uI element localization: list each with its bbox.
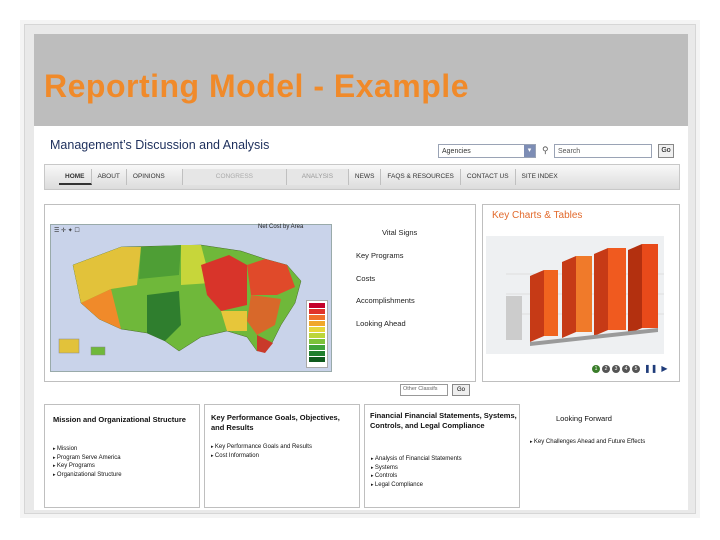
- pause-icon[interactable]: ❚❚: [644, 364, 657, 373]
- mission-link[interactable]: Program Serve America: [53, 454, 122, 463]
- financial-link[interactable]: Controls: [371, 472, 462, 481]
- map-zoom-toolbar[interactable]: ☰ ✛ ✦ ☐: [54, 227, 80, 234]
- search-icon: ⚲: [542, 145, 549, 155]
- nav-item-home[interactable]: HOME: [59, 169, 92, 185]
- slide-title: Reporting Model - Example: [44, 68, 469, 104]
- nav-item-faqs[interactable]: FAQS & RESOURCES: [381, 169, 461, 185]
- map-search-input[interactable]: Other Classifs: [400, 384, 448, 396]
- key-charts-title: Key Charts & Tables: [492, 210, 583, 221]
- financial-link[interactable]: Systems: [371, 464, 462, 473]
- mission-links: Mission Program Serve America Key Progra…: [53, 445, 122, 479]
- financial-link[interactable]: Analysis of Financial Statements: [371, 455, 462, 464]
- us-cost-map[interactable]: [50, 224, 332, 372]
- 3d-bar-chart-graphic: [486, 236, 664, 354]
- carousel-dot-4[interactable]: 4: [622, 364, 630, 373]
- agencies-select[interactable]: Agencies ▾: [438, 144, 536, 158]
- performance-link[interactable]: Cost Information: [211, 452, 312, 461]
- play-icon[interactable]: ▶: [661, 364, 667, 373]
- forward-link[interactable]: Key Challenges Ahead and Future Effects: [530, 438, 670, 447]
- map-legend-title: Net Cost by Area: [258, 224, 304, 230]
- main-nav: HOME ABOUT OPINIONS CONGRESS ANALYSIS NE…: [44, 164, 680, 190]
- looking-forward-links: Key Challenges Ahead and Future Effects: [530, 438, 670, 447]
- map-go-button[interactable]: Go: [452, 384, 470, 396]
- us-map-graphic: [51, 225, 331, 371]
- performance-goals-links: Key Performance Goals and Results Cost I…: [211, 443, 312, 460]
- search-go-button[interactable]: Go: [658, 144, 674, 158]
- link-key-programs[interactable]: Key Programs: [356, 251, 404, 260]
- mission-link[interactable]: Mission: [53, 445, 122, 454]
- map-legend: [306, 300, 328, 368]
- financial-links: Analysis of Financial Statements Systems…: [371, 455, 462, 489]
- mission-link[interactable]: Organizational Structure: [53, 471, 122, 480]
- nav-item-analysis[interactable]: ANALYSIS: [286, 169, 349, 185]
- agencies-select-value: Agencies: [442, 148, 471, 155]
- carousel-dot-2[interactable]: 2: [602, 364, 610, 373]
- chart-preview-image[interactable]: [486, 236, 664, 354]
- vital-signs-heading: Vital Signs: [382, 228, 418, 237]
- looking-forward-box: Looking Forward Key Challenges Ahead and…: [524, 404, 680, 508]
- mission-box: Mission and Organizational Structure Mis…: [44, 404, 200, 508]
- link-looking-ahead[interactable]: Looking Ahead: [356, 319, 406, 328]
- mission-title: Mission and Organizational Structure: [53, 415, 186, 424]
- performance-goals-box: Key Performance Goals, Objectives, and R…: [204, 404, 360, 508]
- carousel-controls: 1 2 3 4 5 ❚❚ ▶: [592, 364, 668, 373]
- performance-goals-title: Key Performance Goals, Objectives, and R…: [211, 413, 340, 432]
- search-input[interactable]: Search: [554, 144, 652, 158]
- financial-title: Financial Financial Statements, Systems,…: [370, 411, 517, 430]
- nav-item-congress[interactable]: CONGRESS: [182, 169, 287, 185]
- link-accomplishments[interactable]: Accomplishments: [356, 296, 415, 305]
- page-title: Management’s Discussion and Analysis: [50, 138, 270, 152]
- nav-item-contact[interactable]: CONTACT US: [461, 169, 516, 185]
- mission-link[interactable]: Key Programs: [53, 462, 122, 471]
- financial-box: Financial Financial Statements, Systems,…: [364, 404, 520, 508]
- carousel-dot-1[interactable]: 1: [592, 364, 600, 373]
- financial-link[interactable]: Legal Compliance: [371, 481, 462, 490]
- chevron-down-icon: ▾: [524, 145, 535, 157]
- carousel-dot-5[interactable]: 5: [632, 364, 640, 373]
- nav-item-about[interactable]: ABOUT: [92, 169, 127, 185]
- nav-item-opinions[interactable]: OPINIONS: [127, 169, 183, 185]
- link-costs[interactable]: Costs: [356, 274, 375, 283]
- looking-forward-title: Looking Forward: [556, 414, 612, 423]
- nav-item-news[interactable]: NEWS: [349, 169, 382, 185]
- nav-item-site-index[interactable]: SITE INDEX: [516, 169, 564, 185]
- carousel-dot-3[interactable]: 3: [612, 364, 620, 373]
- website-screenshot: Management’s Discussion and Analysis Age…: [34, 126, 688, 510]
- performance-link[interactable]: Key Performance Goals and Results: [211, 443, 312, 452]
